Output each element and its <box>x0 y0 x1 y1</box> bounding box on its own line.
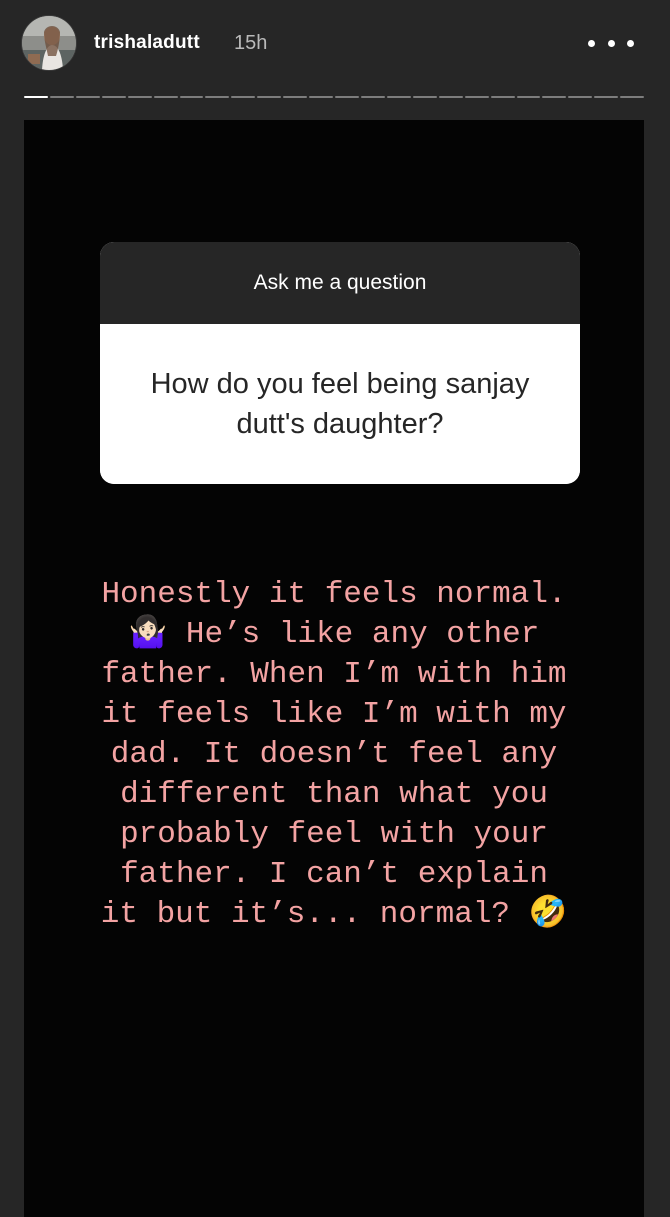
progress-segment <box>568 96 593 98</box>
answer-line: probably feel with your <box>120 817 548 852</box>
answer-line: father. I can’t explain <box>120 857 548 892</box>
progress-segment <box>309 96 334 98</box>
story-viewer: trishaladutt 15h Ask me a question How d… <box>0 0 670 1217</box>
progress-segment <box>335 96 359 98</box>
progress-segment <box>360 96 385 98</box>
progress-segment <box>620 96 645 98</box>
answer-line: it feels like I’m with my <box>101 697 567 732</box>
progress-segment <box>464 96 489 98</box>
progress-segment <box>49 96 74 98</box>
more-horizontal-icon <box>607 39 615 47</box>
progress-segment <box>594 96 619 98</box>
progress-segment <box>412 96 437 98</box>
progress-segment <box>153 96 178 98</box>
answer-line: different than what you <box>120 777 548 812</box>
progress-segment <box>386 96 411 98</box>
more-options-button[interactable] <box>588 26 634 60</box>
story-content[interactable]: Ask me a question How do you feel being … <box>24 120 644 1217</box>
answer-line: Honestly it feels normal. <box>101 577 567 612</box>
avatar[interactable] <box>22 16 76 70</box>
progress-segment <box>231 96 256 98</box>
progress-segment <box>516 96 541 98</box>
story-header: trishaladutt 15h <box>0 0 670 90</box>
progress-segment <box>257 96 282 98</box>
progress-segment <box>75 96 100 98</box>
post-time: 15h <box>234 32 268 54</box>
progress-segment <box>179 96 204 98</box>
more-horizontal-icon <box>588 39 595 47</box>
answer-line: father. When I’m with him <box>101 657 567 692</box>
progress-segment <box>127 96 152 98</box>
answer-line: dad. It doesn’t feel any <box>110 737 558 772</box>
question-sticker-title: Ask me a question <box>100 242 580 324</box>
question-text: How do you feel being sanjay dutt's daug… <box>100 324 580 484</box>
more-horizontal-icon <box>627 39 634 47</box>
progress-segment <box>542 96 567 98</box>
username[interactable]: trishaladutt <box>94 32 200 54</box>
answer-text: Honestly it feels normal. 🤷🏻‍♀️ He’s like… <box>34 575 634 935</box>
progress-segment <box>490 96 515 98</box>
story-progress-bar <box>24 96 645 99</box>
progress-segment <box>283 96 308 98</box>
progress-segment <box>438 96 463 98</box>
answer-line: 🤷🏻‍♀️ He’s like any other <box>128 617 540 652</box>
progress-segment <box>24 96 48 98</box>
question-sticker: Ask me a question How do you feel being … <box>100 242 580 484</box>
progress-segment <box>205 96 230 98</box>
profile-photo-icon <box>22 16 76 70</box>
answer-line: it but it’s... normal? 🤣 <box>100 897 568 932</box>
progress-segment <box>101 96 126 98</box>
